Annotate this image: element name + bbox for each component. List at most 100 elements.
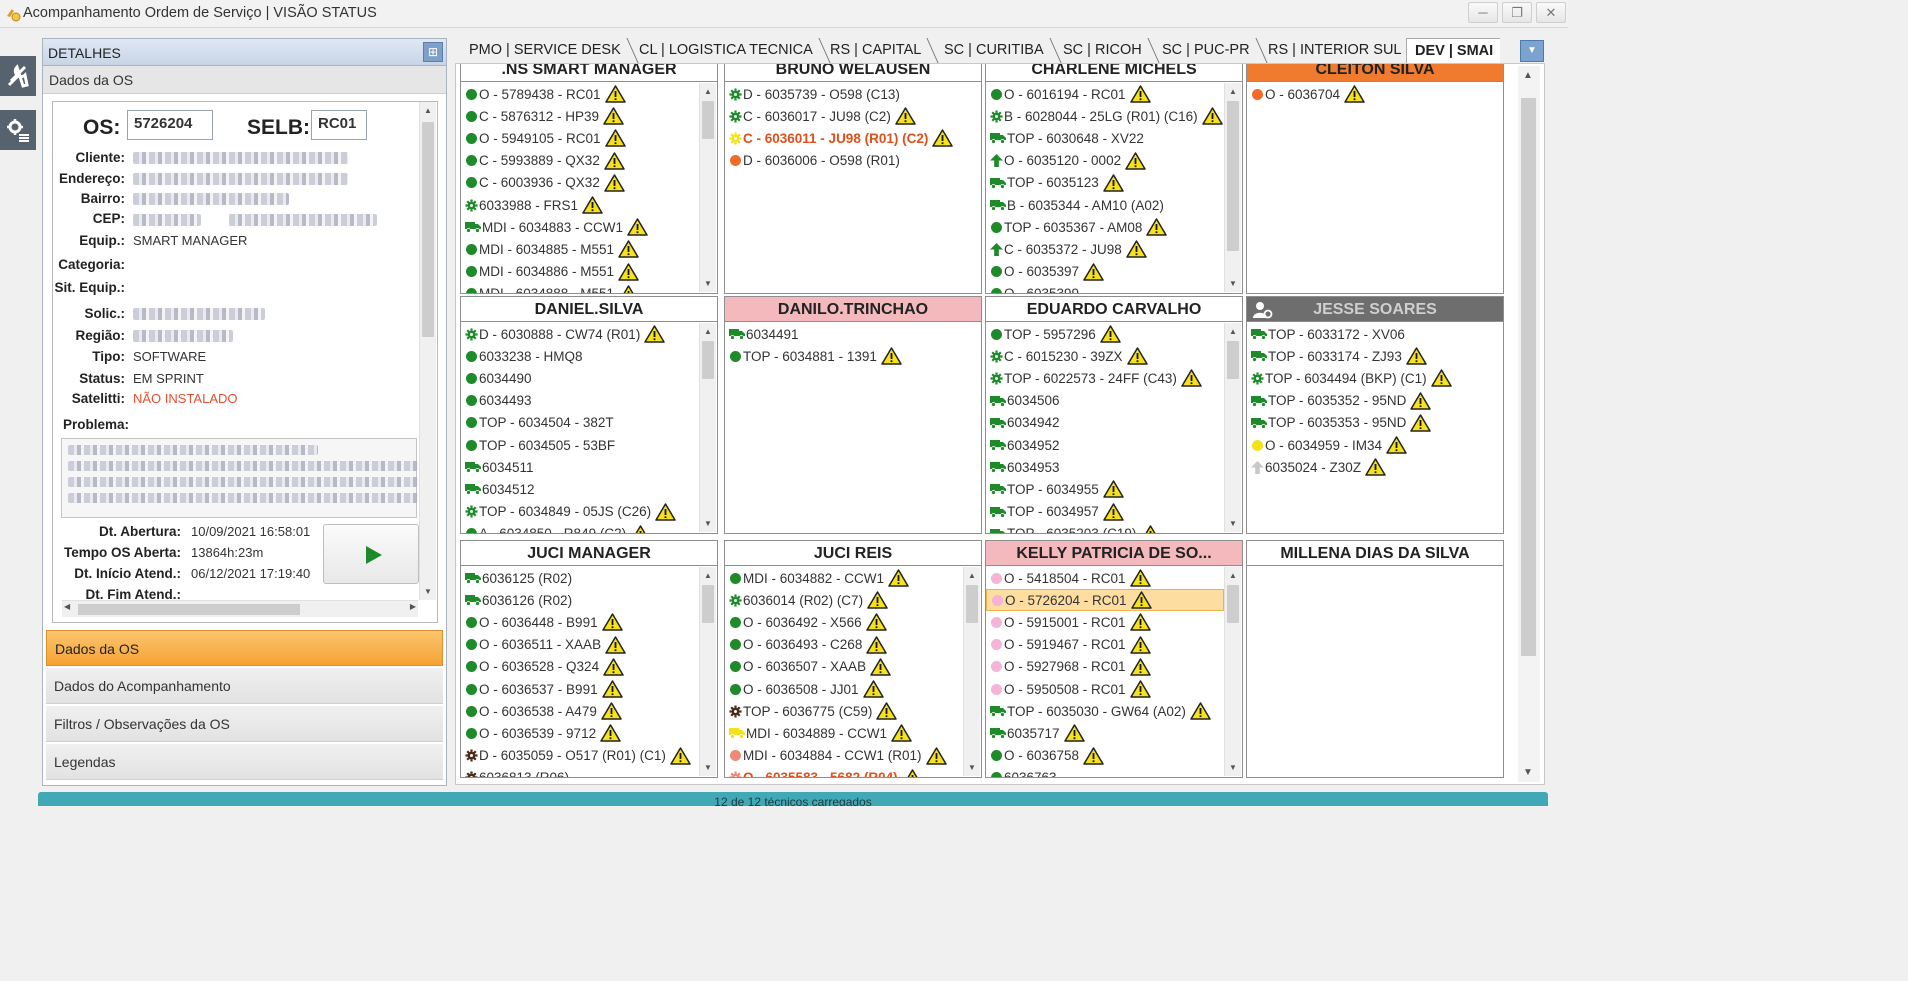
os-list-item[interactable]: O - 6035120 - 0002: [986, 150, 1224, 172]
card-vertical-scrollbar[interactable]: ▲ ▼: [1224, 83, 1241, 292]
os-list-item[interactable]: TOP - 6034505 - 53BF: [461, 434, 699, 456]
os-list-item[interactable]: O - 6036538 - A479: [461, 700, 699, 722]
os-list-item[interactable]: O - 5915001 - RC01: [986, 611, 1224, 633]
tools-button[interactable]: [0, 56, 36, 96]
os-list-item[interactable]: O - 5950508 - RC01: [986, 678, 1224, 700]
tab-rs-capital[interactable]: RS | CAPITAL: [822, 38, 939, 63]
os-list-item[interactable]: O - 5726204 - RC01: [986, 589, 1224, 612]
os-list-item[interactable]: O - 5919467 - RC01: [986, 634, 1224, 656]
os-list-item[interactable]: O - 6036528 - Q324: [461, 656, 699, 678]
os-list-item[interactable]: 6034493: [461, 390, 699, 412]
os-list-item[interactable]: O - 6036493 - C268: [725, 634, 963, 656]
scroll-up-icon[interactable]: ▲: [1523, 70, 1533, 81]
selb-field[interactable]: RC01: [311, 110, 367, 140]
os-list-item[interactable]: D - 6035059 - O517 (R01) (C1): [461, 745, 699, 767]
tab-pmo-service-desk[interactable]: PMO | SERVICE DESK: [461, 38, 639, 63]
os-list-item[interactable]: TOP - 6034957: [986, 501, 1224, 523]
os-list-item[interactable]: O - 6035583 - 5682 (R04): [725, 767, 963, 777]
os-list-item[interactable]: 6033238 - HMQ8: [461, 345, 699, 367]
os-list-item[interactable]: 6034512: [461, 478, 699, 500]
card-vertical-scrollbar[interactable]: ▲ ▼: [699, 567, 716, 776]
close-button[interactable]: ✕: [1536, 2, 1566, 23]
os-field[interactable]: 5726204: [127, 110, 213, 140]
accordion-dados-da-os[interactable]: Dados da OS: [46, 630, 443, 666]
pin-icon[interactable]: ⊞: [423, 42, 443, 62]
os-list-item[interactable]: TOP - 6035352 - 95ND: [1247, 390, 1503, 412]
card-vertical-scrollbar[interactable]: ▲ ▼: [1224, 323, 1241, 532]
tab-dropdown-button[interactable]: ▼: [1520, 40, 1544, 62]
os-list-item[interactable]: MDI - 6034883 - CCW1: [461, 216, 699, 238]
os-list-item[interactable]: MDI - 6034886 - M551: [461, 261, 699, 283]
card-vertical-scrollbar[interactable]: ▲ ▼: [699, 323, 716, 532]
os-list-item[interactable]: C - 6035372 - JU98: [986, 238, 1224, 260]
form-vertical-scrollbar[interactable]: ▲ ▼: [419, 102, 436, 600]
os-list-item[interactable]: TOP - 6034881 - 1391: [725, 345, 981, 367]
os-list-item[interactable]: O - 6036448 - B991: [461, 611, 699, 633]
minimize-button[interactable]: ─: [1468, 2, 1498, 23]
problema-textbox[interactable]: [61, 438, 418, 518]
os-list-item[interactable]: 6035717: [986, 722, 1224, 744]
technician-name[interactable]: JESSE SOARES: [1247, 297, 1503, 322]
accordion-filtros-observacoes[interactable]: Filtros / Observações da OS: [46, 706, 443, 742]
tab-cl-logistica-tecnica[interactable]: CL | LOGISTICA TECNICA: [631, 38, 831, 63]
os-list-item[interactable]: 6036126 (R02): [461, 589, 699, 611]
technician-name[interactable]: DANIEL.SILVA: [461, 297, 717, 322]
technician-name[interactable]: JUCI REIS: [725, 541, 981, 566]
os-list-item[interactable]: TOP - 6034955: [986, 478, 1224, 500]
os-list-item[interactable]: O - 6036507 - XAAB: [725, 656, 963, 678]
card-vertical-scrollbar[interactable]: ▲ ▼: [699, 83, 716, 292]
os-list-item[interactable]: TOP - 6033172 - XV06: [1247, 323, 1503, 345]
os-list-item[interactable]: O - 5789438 - RC01: [461, 83, 699, 105]
technician-name[interactable]: KELLY PATRICIA DE SO...: [986, 541, 1242, 566]
os-list-item[interactable]: MDI - 6034885 - M551: [461, 238, 699, 260]
os-list-item[interactable]: C - 6036017 - JU98 (C2): [725, 105, 981, 127]
os-list-item[interactable]: MDI - 6034882 - CCW1: [725, 567, 963, 589]
technician-name[interactable]: DANILO.TRINCHAO: [725, 297, 981, 322]
os-list-item[interactable]: B - 6028044 - 25LG (R01) (C16): [986, 105, 1224, 127]
play-button[interactable]: [323, 524, 419, 584]
os-list-item[interactable]: 6034511: [461, 456, 699, 478]
os-list-item[interactable]: TOP - 6034849 - 05JS (C26): [461, 501, 699, 523]
os-list-item[interactable]: D - 6030888 - CW74 (R01): [461, 323, 699, 345]
tab-dev-smai[interactable]: DEV | SMAI: [1406, 38, 1500, 63]
os-list-item[interactable]: O - 6036539 - 9712: [461, 722, 699, 744]
technician-name[interactable]: .NS SMART MANAGER: [461, 64, 717, 82]
tab-sc-curitiba[interactable]: SC | CURITIBA: [936, 38, 1062, 63]
card-vertical-scrollbar[interactable]: ▲ ▼: [1224, 567, 1241, 776]
os-list-item[interactable]: MDI - 6034888 - M551: [461, 283, 699, 293]
os-list-item[interactable]: TOP - 6035353 - 95ND: [1247, 412, 1503, 434]
card-vertical-scrollbar[interactable]: ▲ ▼: [963, 567, 980, 776]
os-list-item[interactable]: O - 6036537 - B991: [461, 678, 699, 700]
os-list-item[interactable]: 6034952: [986, 434, 1224, 456]
os-list-item[interactable]: C - 6036011 - JU98 (R01) (C2): [725, 127, 981, 149]
os-list-item[interactable]: A - 6034850 - R849 (C2): [461, 523, 699, 533]
technician-name[interactable]: JUCI MANAGER: [461, 541, 717, 566]
os-list-item[interactable]: O - 6035397: [986, 261, 1224, 283]
os-list-item[interactable]: D - 6035739 - O598 (C13): [725, 83, 981, 105]
os-list-item[interactable]: O - 6035399: [986, 283, 1224, 293]
os-list-item[interactable]: MDI - 6034889 - CCW1: [725, 722, 963, 744]
os-list-item[interactable]: 6033988 - FRS1: [461, 194, 699, 216]
os-list-item[interactable]: TOP - 6034504 - 382T: [461, 412, 699, 434]
os-list-item[interactable]: MDI - 6034884 - CCW1 (R01): [725, 745, 963, 767]
os-list-item[interactable]: TOP - 5957296: [986, 323, 1224, 345]
tab-sc-ricoh[interactable]: SC | RICOH: [1055, 38, 1160, 63]
maximize-button[interactable]: ❐: [1502, 2, 1532, 23]
technician-name[interactable]: EDUARDO CARVALHO: [986, 297, 1242, 322]
os-list-item[interactable]: O - 5949105 - RC01: [461, 127, 699, 149]
os-list-item[interactable]: 6034942: [986, 412, 1224, 434]
os-list-item[interactable]: O - 6036758: [986, 745, 1224, 767]
os-list-item[interactable]: TOP - 6036775 (C59): [725, 700, 963, 722]
tab-rs-interior-sul[interactable]: RS | INTERIOR SUL: [1260, 38, 1420, 63]
os-list-item[interactable]: O - 6036492 - X566: [725, 611, 963, 633]
tab-sc-puc-pr[interactable]: SC | PUC-PR: [1154, 38, 1268, 63]
os-list-item[interactable]: C - 6015230 - 39ZX: [986, 345, 1224, 367]
os-list-item[interactable]: TOP - 6035367 - AM08: [986, 216, 1224, 238]
technician-name[interactable]: MILLENA DIAS DA SILVA: [1247, 541, 1503, 566]
technician-name[interactable]: BRUNO WELAUSEN: [725, 64, 981, 82]
os-list-item[interactable]: TOP - 6033174 - ZJ93: [1247, 345, 1503, 367]
os-list-item[interactable]: O - 5927968 - RC01: [986, 656, 1224, 678]
os-list-item[interactable]: 6034491: [725, 323, 981, 345]
os-list-item[interactable]: 6036813 (R06): [461, 767, 699, 777]
os-list-item[interactable]: O - 6036704: [1247, 83, 1503, 105]
